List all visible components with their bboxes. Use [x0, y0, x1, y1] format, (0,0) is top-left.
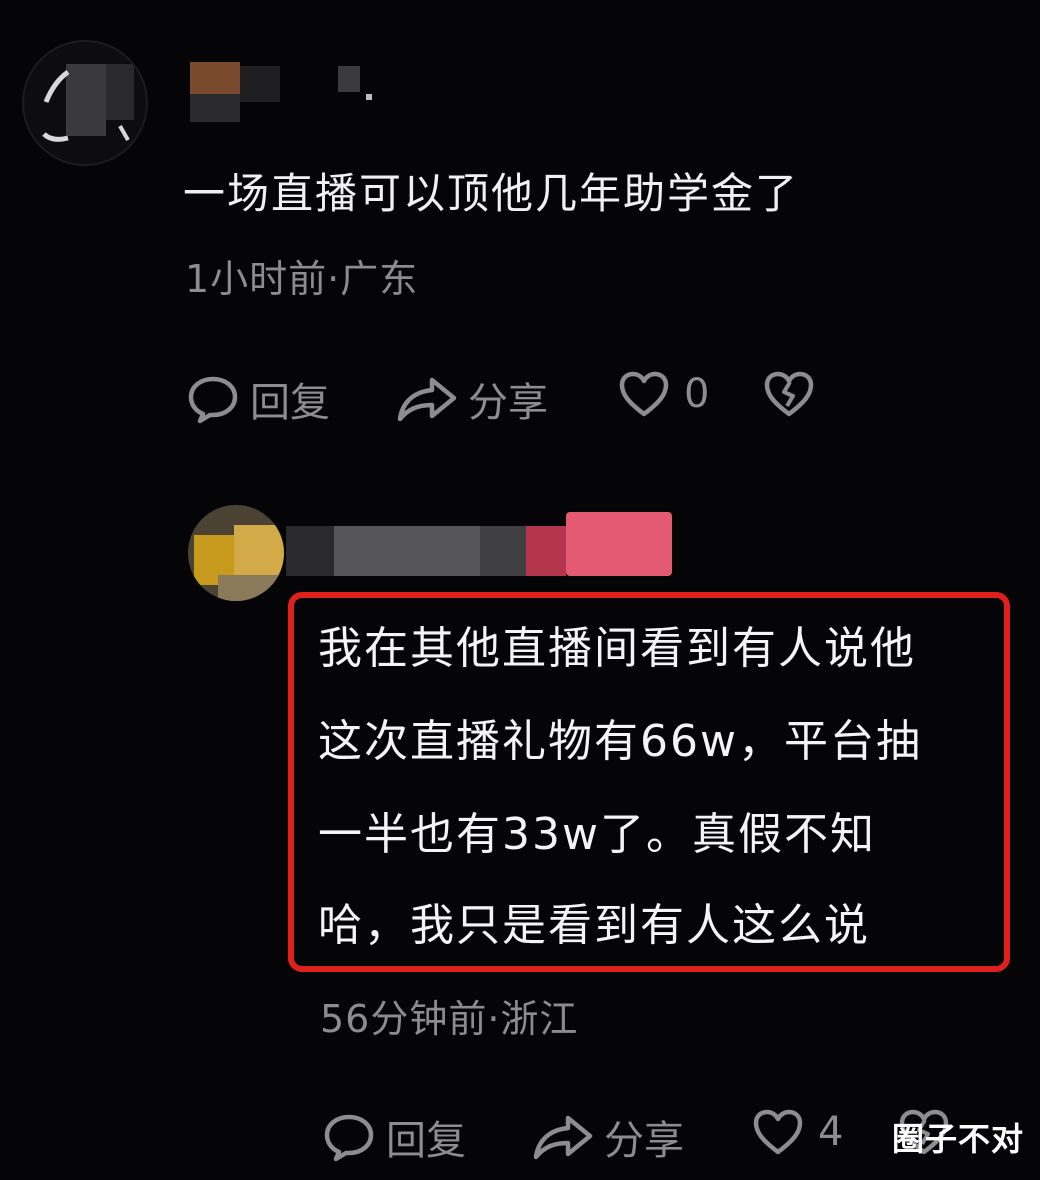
reply-text-line-2: 这次直播礼物有66w，平台抽 — [318, 716, 922, 767]
reply-user-avatar[interactable] — [188, 505, 284, 601]
reply-button[interactable]: 回复 — [186, 370, 330, 428]
share-button[interactable]: 分享 — [396, 370, 548, 428]
share-arrow-icon — [397, 377, 457, 422]
reply-label: 回复 — [386, 1118, 466, 1164]
chat-bubble-icon — [188, 376, 238, 424]
dislike-button[interactable] — [763, 370, 815, 418]
share-label: 分享 — [468, 380, 548, 426]
reply-time-location: 56分钟前·浙江 — [320, 997, 579, 1041]
heart-icon — [753, 1109, 803, 1155]
username-blurred[interactable] — [190, 58, 390, 128]
like-button[interactable]: 4 — [752, 1108, 843, 1156]
reply-text-line-1: 我在其他直播间看到有人说他 — [318, 623, 916, 674]
reply-label: 回复 — [250, 380, 330, 426]
share-label: 分享 — [604, 1118, 684, 1164]
user-avatar[interactable] — [22, 40, 148, 166]
reply-username-blurred[interactable] — [286, 512, 672, 578]
comment-screen: { "comment1": { "text": "一场直播可以顶他几年助学金了"… — [0, 0, 1040, 1180]
heart-icon — [619, 371, 669, 417]
like-count: 0 — [684, 371, 710, 417]
like-count: 4 — [818, 1109, 844, 1155]
like-button[interactable]: 0 — [618, 370, 709, 418]
reply-text-line-3: 一半也有33w了。真假不知 — [318, 809, 876, 860]
watermark-text: 圈子不对 — [891, 1120, 1024, 1158]
comment-time-location: 1小时前·广东 — [185, 257, 419, 301]
reply-button[interactable]: 回复 — [322, 1108, 466, 1166]
share-button[interactable]: 分享 — [532, 1108, 684, 1166]
avatar-image — [42, 64, 134, 142]
avatar-image — [188, 505, 284, 601]
reply-text-line-4: 哈，我只是看到有人这么说 — [318, 900, 870, 951]
share-arrow-icon — [533, 1115, 593, 1160]
chat-bubble-icon — [324, 1114, 374, 1162]
comment-text: 一场直播可以顶他几年助学金了 — [183, 169, 800, 218]
broken-heart-icon — [764, 371, 814, 417]
